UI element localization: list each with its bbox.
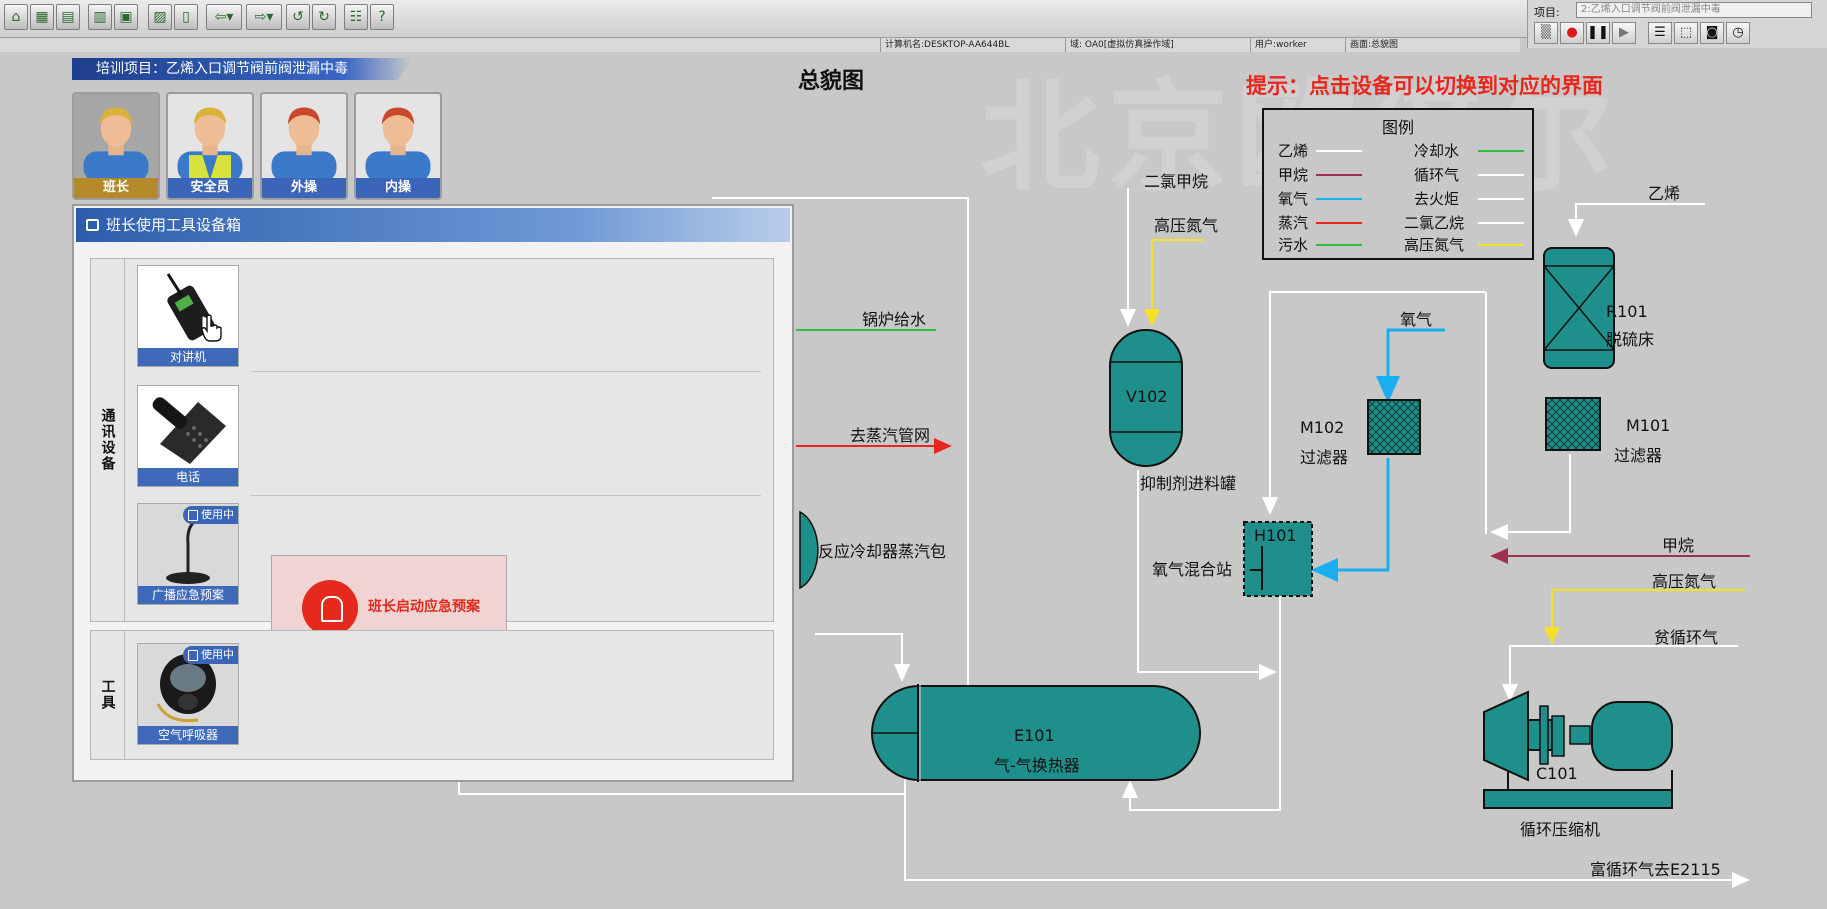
window-icon	[86, 219, 99, 231]
label-m101: M101	[1626, 416, 1671, 435]
toolbox-title-bar: 班长使用工具设备箱	[76, 208, 790, 242]
radio-label: 对讲机	[138, 348, 238, 366]
broadcast-tool[interactable]: 使用中 广播应急预案	[137, 503, 239, 605]
label-rich-gas: 富循环气去E2115	[1590, 860, 1721, 879]
label-lean-gas: 贫循环气	[1654, 628, 1719, 647]
label-r101-name: 脱硫床	[1606, 330, 1655, 349]
broadcast-label: 广播应急预案	[138, 586, 238, 604]
label-m102-name: 过滤器	[1300, 448, 1349, 467]
oxygen-line-out	[1311, 458, 1390, 582]
legend-title: 图例	[1381, 118, 1414, 137]
label-boiler-water: 锅炉给水	[862, 310, 927, 329]
person-icon	[83, 107, 149, 182]
divider	[251, 495, 761, 496]
legend-oxygen: 氧气	[1278, 190, 1309, 208]
role-label: 班长	[74, 178, 158, 198]
training-banner: 培训项目：乙烯入口调节阀前阀泄漏中毒	[72, 58, 412, 80]
label-c101[interactable]: C101	[1536, 764, 1578, 783]
label-e101[interactable]: E101	[1014, 726, 1055, 745]
legend-cycle-gas: 循环气	[1414, 166, 1460, 184]
label-r101: R101	[1606, 302, 1648, 321]
role-card-control[interactable]: 内操	[354, 92, 442, 200]
swatch-wastewater	[1316, 244, 1362, 246]
role-label: 内操	[356, 178, 440, 198]
swatch-flare	[1478, 198, 1524, 200]
alarm-icon	[302, 580, 358, 636]
swatch-edc	[1478, 222, 1524, 224]
phone-icon	[152, 397, 226, 464]
r101-reactor[interactable]	[1543, 247, 1615, 369]
comm-group: 通讯设备 对讲机 电话 使用中 广播应急预案 班长启动应急预案	[90, 258, 774, 659]
legend-cooling-water: 冷却水	[1414, 142, 1460, 160]
swatch-methane	[1316, 174, 1362, 176]
swatch-hp-nitrogen	[1478, 244, 1524, 246]
label-hp-n2: 高压氮气	[1154, 216, 1219, 235]
person-icon	[271, 107, 337, 182]
legend-flare: 去火炬	[1414, 190, 1460, 208]
label-m102: M102	[1300, 418, 1345, 437]
legend-wastewater: 污水	[1278, 236, 1309, 254]
label-e101-name: 气-气换热器	[994, 756, 1080, 775]
legend-methane: 甲烷	[1278, 166, 1309, 184]
role-card-field[interactable]: 外操	[260, 92, 348, 200]
swatch-oxygen	[1316, 198, 1362, 200]
person-icon	[177, 107, 243, 182]
label-ethylene: 乙烯	[1648, 184, 1681, 203]
in-use-badge: 使用中	[183, 506, 238, 524]
swatch-steam	[1316, 222, 1362, 224]
steam-drum-shape[interactable]	[799, 510, 819, 590]
legend-ethylene: 乙烯	[1278, 142, 1309, 160]
legend: 图例 乙烯 甲烷 氧气 蒸汽 污水 冷却水 循环气 去火炬 二氯乙烷 高压氮气	[1262, 108, 1534, 260]
person-icon	[365, 107, 431, 182]
divider	[251, 371, 761, 372]
emergency-label: 班长启动应急预案	[368, 599, 480, 615]
label-v102[interactable]: V102	[1126, 387, 1167, 406]
c101-compressor[interactable]	[1483, 690, 1673, 809]
label-c101-name: 循环压缩机	[1520, 820, 1601, 839]
label-dcm: 二氯甲烷	[1144, 172, 1209, 191]
legend-edc: 二氯乙烷	[1404, 214, 1465, 232]
toolbox-panel: 班长使用工具设备箱 通讯设备 对讲机 电话 使用中 广播应急预案 班长启动应急预…	[72, 204, 794, 782]
legend-hp-nitrogen: 高压氮气	[1404, 236, 1465, 254]
hand-cursor-icon	[201, 314, 222, 342]
swatch-cycle-gas	[1478, 174, 1524, 176]
phone-tool[interactable]: 电话	[137, 385, 239, 487]
label-h101[interactable]: H101	[1254, 526, 1297, 545]
tools-group-label: 工具	[91, 631, 125, 759]
m101-filter[interactable]	[1545, 397, 1601, 451]
breather-label: 空气呼吸器	[138, 726, 238, 744]
m102-filter[interactable]	[1367, 399, 1421, 455]
swatch-ethylene	[1316, 150, 1362, 152]
role-label: 安全员	[168, 178, 252, 198]
swatch-cooling-water	[1478, 150, 1524, 152]
radio-tool[interactable]: 对讲机	[137, 265, 239, 367]
oxygen-line-in	[1376, 328, 1445, 403]
comm-group-label: 通讯设备	[91, 259, 125, 621]
legend-steam: 蒸汽	[1278, 214, 1309, 232]
label-v102-name: 抑制剂进料罐	[1140, 474, 1237, 493]
label-m101-name: 过滤器	[1614, 446, 1663, 465]
nitrogen-line-v102	[1144, 239, 1204, 327]
role-label: 外操	[262, 178, 346, 198]
label-h101-name: 氧气混合站	[1152, 560, 1233, 579]
phone-label: 电话	[138, 468, 238, 486]
tools-group: 工具 使用中 空气呼吸器	[90, 630, 774, 760]
role-card-safety[interactable]: 安全员	[166, 92, 254, 200]
label-steam-drum[interactable]: 反应冷却器蒸汽包	[818, 538, 946, 562]
label-to-steam: 去蒸汽管网	[850, 426, 931, 445]
label-oxygen: 氧气	[1400, 310, 1433, 329]
toolbox-title: 班长使用工具设备箱	[106, 216, 242, 234]
label-hp-n2-c101: 高压氮气	[1652, 572, 1717, 591]
label-methane: 甲烷	[1662, 536, 1695, 555]
in-use-badge: 使用中	[183, 646, 238, 664]
role-card-leader[interactable]: 班长	[72, 92, 160, 200]
breather-tool[interactable]: 使用中 空气呼吸器	[137, 643, 239, 745]
walkie-talkie-icon	[166, 273, 215, 341]
